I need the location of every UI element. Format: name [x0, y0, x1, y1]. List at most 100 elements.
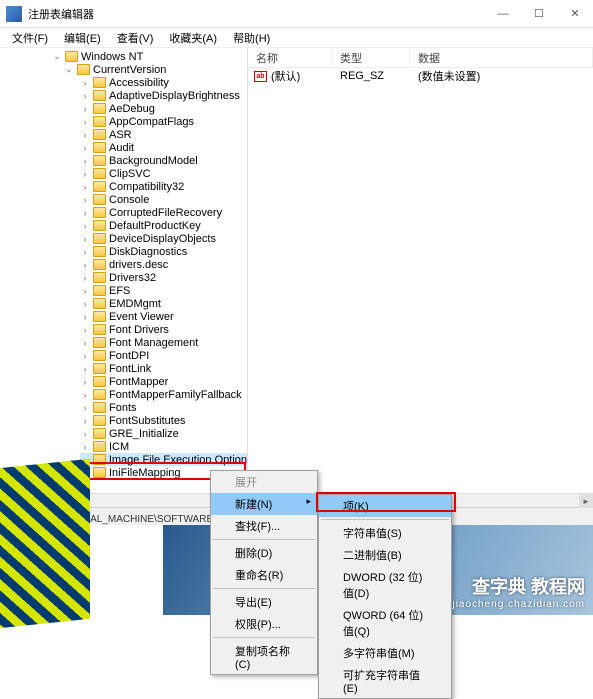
- expand-icon[interactable]: ›: [80, 143, 90, 153]
- cm-find[interactable]: 查找(F)...: [211, 515, 317, 537]
- expand-icon[interactable]: ›: [80, 169, 90, 179]
- tree-node[interactable]: ›Font Management: [80, 336, 247, 349]
- expand-icon[interactable]: ⌄: [64, 65, 74, 75]
- list-row[interactable]: ab (默认) REG_SZ (数值未设置): [248, 68, 593, 84]
- menu-help[interactable]: 帮助(H): [225, 28, 278, 47]
- tree-node[interactable]: ›ICM: [80, 440, 247, 453]
- cm-new-key[interactable]: 项(K): [319, 495, 451, 517]
- expand-icon[interactable]: ›: [80, 325, 90, 335]
- expand-icon[interactable]: ›: [80, 247, 90, 257]
- menu-view[interactable]: 查看(V): [109, 28, 162, 47]
- expand-icon[interactable]: ›: [80, 442, 90, 452]
- cm-expand[interactable]: 展开: [211, 471, 317, 493]
- expand-icon[interactable]: ⌄: [52, 52, 62, 62]
- tree-node[interactable]: ›Drivers32: [80, 271, 247, 284]
- expand-icon[interactable]: ›: [80, 429, 90, 439]
- tree-node[interactable]: ›FontMapper: [80, 375, 247, 388]
- tree-pane[interactable]: ⌄Windows NT⌄CurrentVersion›Accessibility…: [0, 48, 248, 493]
- tree-node[interactable]: ›GRE_Initialize: [80, 427, 247, 440]
- tree-node[interactable]: ›Font Drivers: [80, 323, 247, 336]
- cm-new-binary[interactable]: 二进制值(B): [319, 544, 451, 566]
- tree-node[interactable]: ›Fonts: [80, 401, 247, 414]
- tree-node[interactable]: ›ClipSVC: [80, 167, 247, 180]
- tree-node[interactable]: ›FontMapperFamilyFallback: [80, 388, 247, 401]
- tree-node[interactable]: ›FontLink: [80, 362, 247, 375]
- tree-node[interactable]: ›AdaptiveDisplayBrightness: [80, 89, 247, 102]
- expand-icon[interactable]: ›: [80, 195, 90, 205]
- tree-node[interactable]: ›Accessibility: [80, 76, 247, 89]
- tree-node[interactable]: ›drivers.desc: [80, 258, 247, 271]
- folder-icon: [77, 64, 90, 75]
- cm-delete[interactable]: 删除(D): [211, 542, 317, 564]
- col-data[interactable]: 数据: [410, 48, 593, 67]
- cm-new-multistring[interactable]: 多字符串值(M): [319, 642, 451, 664]
- tree-node[interactable]: ›Console: [80, 193, 247, 206]
- folder-icon: [93, 129, 106, 140]
- tree-node[interactable]: ›EFS: [80, 284, 247, 297]
- cm-new-dword[interactable]: DWORD (32 位)值(D): [319, 566, 451, 604]
- tree-node[interactable]: ›AppCompatFlags: [80, 115, 247, 128]
- cm-export[interactable]: 导出(E): [211, 591, 317, 613]
- expand-icon[interactable]: ›: [80, 364, 90, 374]
- expand-icon[interactable]: ›: [80, 130, 90, 140]
- expand-icon[interactable]: ›: [80, 390, 90, 400]
- title-bar: 注册表编辑器 — ☐ ✕: [0, 0, 593, 28]
- cm-new-string[interactable]: 字符串值(S): [319, 522, 451, 544]
- tree-node[interactable]: ›Image File Execution Option: [80, 453, 247, 466]
- cm-rename[interactable]: 重命名(R): [211, 564, 317, 586]
- expand-icon[interactable]: ›: [80, 377, 90, 387]
- tree-node[interactable]: ›ASR: [80, 128, 247, 141]
- tree-node[interactable]: ›Audit: [80, 141, 247, 154]
- tree-node[interactable]: ›BackgroundModel: [80, 154, 247, 167]
- minimize-button[interactable]: —: [485, 0, 521, 28]
- cm-new[interactable]: 新建(N): [211, 493, 317, 515]
- expand-icon[interactable]: ›: [80, 351, 90, 361]
- folder-icon: [93, 272, 106, 283]
- cm-new-expandstring[interactable]: 可扩充字符串值(E): [319, 664, 451, 698]
- tree-node[interactable]: ›FontDPI: [80, 349, 247, 362]
- folder-icon: [93, 441, 106, 452]
- expand-icon[interactable]: ›: [80, 403, 90, 413]
- tree-node[interactable]: ⌄CurrentVersion: [64, 63, 247, 76]
- expand-icon[interactable]: ›: [80, 338, 90, 348]
- tree-node[interactable]: ›DeviceDisplayObjects: [80, 232, 247, 245]
- cm-copy-key-name[interactable]: 复制项名称(C): [211, 640, 317, 674]
- tree-node[interactable]: ›EMDMgmt: [80, 297, 247, 310]
- tree-node[interactable]: ›AeDebug: [80, 102, 247, 115]
- expand-icon[interactable]: ›: [80, 104, 90, 114]
- expand-icon[interactable]: ›: [80, 416, 90, 426]
- expand-icon[interactable]: ›: [80, 221, 90, 231]
- menu-favorites[interactable]: 收藏夹(A): [161, 28, 225, 47]
- tree-node[interactable]: ›FontSubstitutes: [80, 414, 247, 427]
- expand-icon[interactable]: ›: [80, 312, 90, 322]
- expand-icon[interactable]: ›: [80, 156, 90, 166]
- expand-icon[interactable]: ›: [80, 78, 90, 88]
- folder-icon: [93, 116, 106, 127]
- col-type[interactable]: 类型: [332, 48, 410, 67]
- tree-label: DefaultProductKey: [109, 220, 201, 232]
- list-pane[interactable]: 名称 类型 数据 ab (默认) REG_SZ (数值未设置): [248, 48, 593, 493]
- tree-node[interactable]: › DefaultProductKey: [80, 219, 247, 232]
- expand-icon[interactable]: ›: [80, 286, 90, 296]
- cm-permissions[interactable]: 权限(P)...: [211, 613, 317, 635]
- expand-icon[interactable]: ›: [80, 208, 90, 218]
- expand-icon[interactable]: ›: [80, 299, 90, 309]
- tree-node[interactable]: ›CorruptedFileRecovery: [80, 206, 247, 219]
- expand-icon[interactable]: ›: [80, 260, 90, 270]
- expand-icon[interactable]: ›: [80, 117, 90, 127]
- maximize-button[interactable]: ☐: [521, 0, 557, 28]
- close-button[interactable]: ✕: [557, 0, 593, 28]
- menu-file[interactable]: 文件(F): [4, 28, 56, 47]
- col-name[interactable]: 名称: [248, 48, 332, 67]
- expand-icon[interactable]: ›: [80, 91, 90, 101]
- tree-node[interactable]: ›Compatibility32: [80, 180, 247, 193]
- expand-icon[interactable]: ›: [80, 273, 90, 283]
- tree-node[interactable]: ›Event Viewer: [80, 310, 247, 323]
- menu-edit[interactable]: 编辑(E): [56, 28, 109, 47]
- tree-node[interactable]: ⌄Windows NT: [52, 50, 247, 63]
- cm-new-qword[interactable]: QWORD (64 位)值(Q): [319, 604, 451, 642]
- expand-icon[interactable]: ›: [80, 182, 90, 192]
- expand-icon[interactable]: ›: [80, 234, 90, 244]
- scroll-right-icon[interactable]: ►: [579, 494, 593, 508]
- tree-node[interactable]: ›DiskDiagnostics: [80, 245, 247, 258]
